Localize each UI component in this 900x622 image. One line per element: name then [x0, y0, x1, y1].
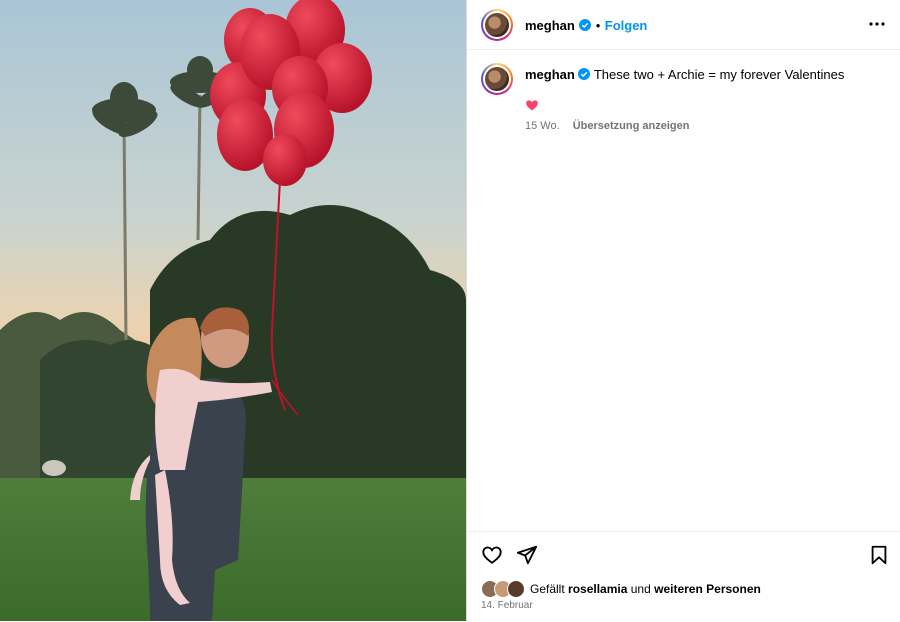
heart-emoji-icon: [526, 100, 538, 111]
follow-button[interactable]: Folgen: [605, 18, 648, 33]
caption-username[interactable]: meghan: [525, 67, 575, 82]
paper-plane-icon[interactable]: [516, 544, 538, 566]
liker-avatar: [507, 580, 525, 598]
heart-outline-icon[interactable]: [481, 544, 503, 566]
author-username[interactable]: meghan: [525, 18, 575, 33]
post-image: [0, 0, 466, 621]
header-user-row: meghan • Folgen: [525, 17, 647, 35]
verified-badge-icon: [579, 19, 592, 31]
likes-text: Gefällt rosellamia und weiteren Personen: [530, 582, 761, 596]
likes-middle: und: [630, 582, 651, 596]
post-date[interactable]: 14. Februar: [481, 600, 533, 611]
caption-meta: 15 Wo. Übersetzung anzeigen: [525, 120, 699, 132]
post-header: meghan • Folgen: [467, 0, 900, 50]
verified-badge-icon: [578, 68, 591, 80]
bookmark-icon[interactable]: [868, 544, 890, 566]
post-sidebar: meghan • Folgen meghan These two + Archi…: [466, 0, 900, 621]
separator-dot: •: [595, 18, 601, 33]
liker-username[interactable]: rosellamia: [568, 582, 627, 596]
likes-row[interactable]: Gefällt rosellamia und weiteren Personen: [481, 580, 761, 598]
more-options-icon[interactable]: [868, 15, 886, 33]
translate-link[interactable]: Übersetzung anzeigen: [573, 120, 690, 132]
caption-avatar[interactable]: [481, 63, 513, 95]
actions-bar: Gefällt rosellamia und weiteren Personen…: [467, 531, 900, 622]
post-age[interactable]: 15 Wo.: [525, 120, 560, 132]
author-avatar[interactable]: [481, 9, 513, 41]
post-caption: meghan These two + Archie = my forever V…: [525, 67, 885, 83]
likes-others[interactable]: weiteren Personen: [654, 582, 761, 596]
caption-text: These two + Archie = my forever Valentin…: [593, 67, 845, 82]
post-photo: [0, 0, 466, 621]
likes-prefix: Gefällt: [530, 582, 565, 596]
